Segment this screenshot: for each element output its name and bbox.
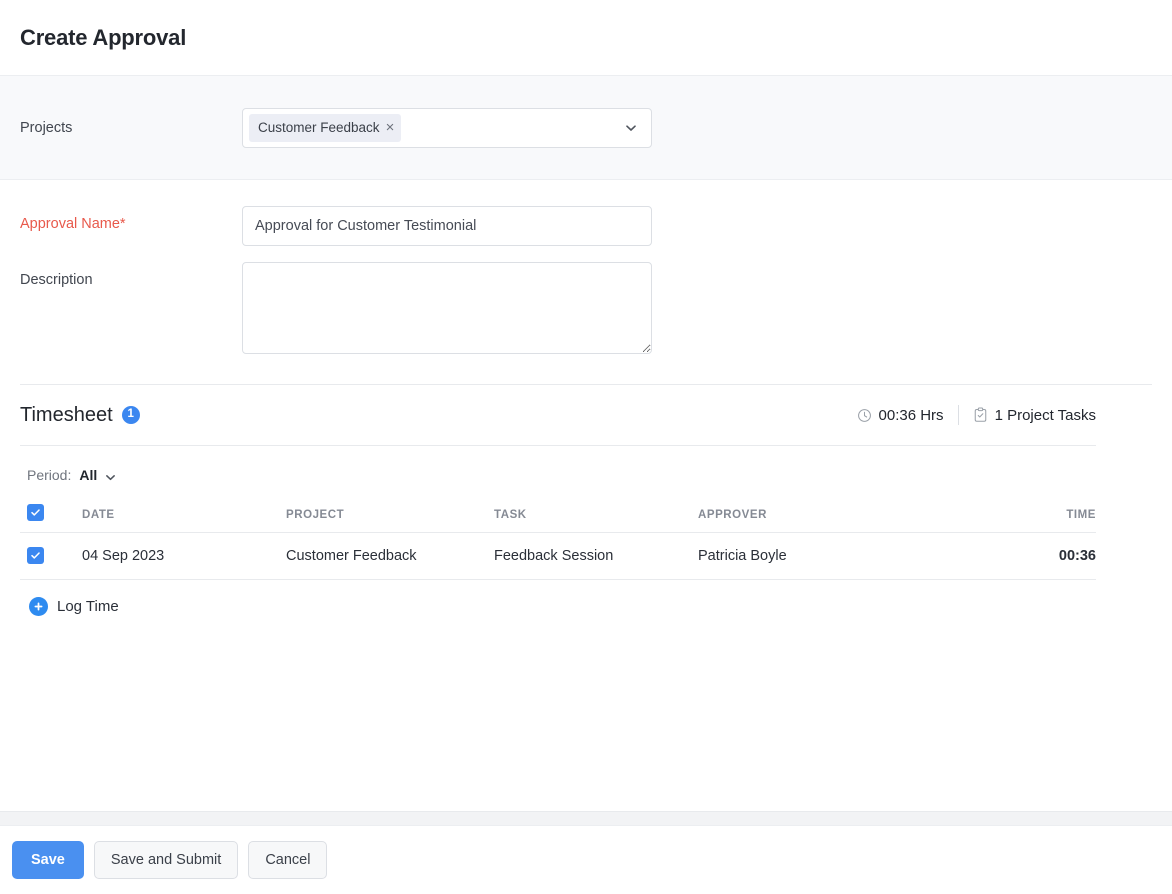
projects-label: Projects — [20, 120, 242, 136]
footer-strip — [0, 811, 1172, 825]
table-header-row: DATE PROJECT TASK APPROVER TIME — [20, 504, 1096, 533]
column-header-time[interactable]: TIME — [988, 504, 1096, 533]
tasks-value: 1 Project Tasks — [995, 407, 1096, 424]
tasks-stat: 1 Project Tasks — [973, 407, 1096, 424]
column-header-project[interactable]: PROJECT — [286, 504, 494, 533]
cell-time: 00:36 — [988, 533, 1096, 580]
project-chip-label: Customer Feedback — [258, 120, 380, 135]
chevron-down-icon[interactable] — [105, 470, 116, 481]
period-label: Period: — [27, 467, 71, 483]
description-label: Description — [20, 262, 242, 288]
column-header-approver[interactable]: APPROVER — [698, 504, 988, 533]
cancel-button[interactable]: Cancel — [248, 841, 327, 879]
timesheet-count-badge: 1 — [122, 406, 140, 424]
description-textarea[interactable] — [242, 262, 652, 354]
select-all-cell — [20, 504, 82, 533]
projects-multiselect[interactable]: Customer Feedback × — [242, 108, 652, 148]
page-title: Create Approval — [20, 25, 186, 51]
period-filter[interactable]: Period: All — [20, 446, 1152, 504]
plus-circle-icon — [29, 597, 48, 616]
row-select-cell — [20, 533, 82, 580]
close-icon[interactable]: × — [386, 120, 395, 135]
hours-stat: 00:36 Hrs — [857, 407, 944, 424]
chevron-down-icon[interactable] — [625, 122, 637, 134]
timesheet-title-group: Timesheet 1 — [20, 404, 140, 427]
approval-name-label: Approval Name* — [20, 206, 242, 232]
page-header: Create Approval — [0, 0, 1172, 76]
period-value: All — [79, 467, 97, 483]
clipboard-check-icon — [973, 407, 988, 423]
content-spacer — [0, 617, 1172, 811]
timesheet-header: Timesheet 1 00:36 Hrs — [20, 385, 1152, 445]
timesheet-stats: 00:36 Hrs 1 Project Tasks — [857, 405, 1096, 425]
log-time-label: Log Time — [57, 598, 119, 615]
save-button[interactable]: Save — [12, 841, 84, 879]
approval-name-input[interactable] — [242, 206, 652, 246]
log-time-button[interactable]: Log Time — [29, 597, 119, 616]
projects-section: Projects Customer Feedback × — [0, 76, 1172, 180]
cell-task: Feedback Session — [494, 533, 698, 580]
timesheet-section: Timesheet 1 00:36 Hrs — [0, 385, 1172, 617]
cell-approver: Patricia Boyle — [698, 533, 988, 580]
description-row: Description — [20, 262, 1152, 354]
row-checkbox[interactable] — [27, 547, 44, 564]
timesheet-table: DATE PROJECT TASK APPROVER TIME — [20, 504, 1096, 580]
project-chip[interactable]: Customer Feedback × — [249, 114, 401, 142]
approval-form: Approval Name* Description — [0, 180, 1172, 370]
approval-name-row: Approval Name* — [20, 206, 1152, 246]
hours-value: 00:36 Hrs — [879, 407, 944, 424]
save-and-submit-button[interactable]: Save and Submit — [94, 841, 238, 879]
cell-date: 04 Sep 2023 — [82, 533, 286, 580]
clock-icon — [857, 408, 872, 423]
stats-separator — [958, 405, 959, 425]
select-all-checkbox[interactable] — [27, 504, 44, 521]
footer-actions: Save Save and Submit Cancel — [0, 825, 1172, 894]
table-row: 04 Sep 2023 Customer Feedback Feedback S… — [20, 533, 1096, 580]
create-approval-page: Create Approval Projects Customer Feedba… — [0, 0, 1172, 894]
column-header-date[interactable]: DATE — [82, 504, 286, 533]
cell-project[interactable]: Customer Feedback — [286, 533, 494, 580]
column-header-task[interactable]: TASK — [494, 504, 698, 533]
timesheet-title: Timesheet — [20, 404, 113, 427]
